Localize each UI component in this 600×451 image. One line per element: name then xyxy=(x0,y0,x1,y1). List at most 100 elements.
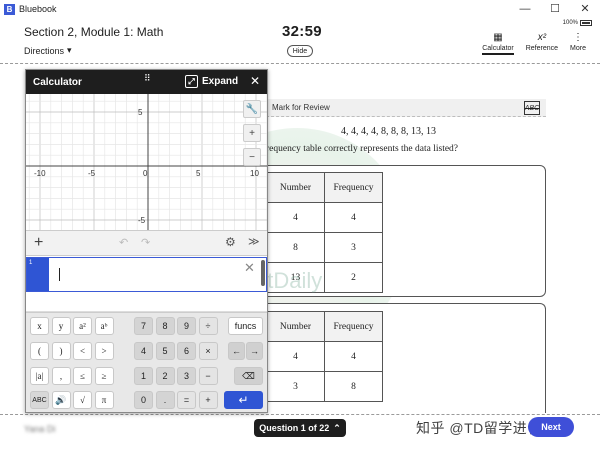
add-item-icon[interactable]: + xyxy=(34,234,43,252)
key-greater-than[interactable]: > xyxy=(94,342,114,360)
key-sqrt-icon[interactable]: √ xyxy=(73,391,92,409)
section-title: Section 2, Module 1: Math xyxy=(24,25,164,39)
enter-icon[interactable]: ↵ xyxy=(224,391,263,409)
directions-button[interactable]: Directions ▾ xyxy=(24,45,72,56)
calculator-title: Calculator xyxy=(33,76,82,88)
key-6[interactable]: 6 xyxy=(177,342,196,360)
undo-icon[interactable]: ↶ xyxy=(119,236,128,249)
battery-icon xyxy=(580,20,592,26)
zoom-out-icon[interactable]: − xyxy=(243,148,261,166)
question-stem: requency table correctly represents the … xyxy=(266,144,459,154)
arrow-right-icon[interactable]: → xyxy=(246,342,263,360)
answer-eliminator-button[interactable]: ABC xyxy=(524,101,540,115)
gear-icon[interactable]: ⚙ xyxy=(225,235,236,249)
expression-empty-row[interactable] xyxy=(26,292,267,312)
key-2[interactable]: 2 xyxy=(155,367,175,385)
key-a-power[interactable]: aᵇ xyxy=(94,317,114,335)
table-cell: 8 xyxy=(324,371,383,402)
key-close-paren[interactable]: ) xyxy=(51,342,71,360)
expand-icon: ⤢ xyxy=(185,75,198,88)
zoom-in-icon[interactable]: + xyxy=(243,124,261,142)
expression-scrollbar[interactable] xyxy=(261,260,265,286)
more-tool-button[interactable]: ⋮ More xyxy=(570,31,586,55)
minimize-icon[interactable]: — xyxy=(510,0,540,18)
reference-tool-button[interactable]: x² Reference xyxy=(526,31,558,55)
x-tick-label: 10 xyxy=(250,169,259,178)
key-less-equal[interactable]: ≤ xyxy=(73,367,92,385)
y-tick-label: 5 xyxy=(138,108,143,117)
y-tick-label: -5 xyxy=(138,216,146,225)
next-button[interactable]: Next xyxy=(528,417,574,437)
graphing-calculator[interactable]: Calculator ⠿ ⤢ Expand ✕ -10 -5 0 5 10 5 -5 🔧 +… xyxy=(25,69,268,413)
expression-input[interactable]: 1 ✕ xyxy=(26,257,267,292)
key-equals[interactable]: = xyxy=(177,391,196,409)
calculator-tool-label: Calculator xyxy=(482,45,514,55)
speaker-icon[interactable]: 🔊 xyxy=(51,391,71,409)
wrench-icon[interactable]: 🔧 xyxy=(243,100,261,118)
key-minus[interactable]: − xyxy=(198,367,218,385)
key-decimal[interactable]: . xyxy=(155,391,175,409)
delete-expression-icon[interactable]: ✕ xyxy=(244,260,255,276)
key-1[interactable]: 1 xyxy=(134,367,153,385)
table-cell: 8 xyxy=(266,232,325,263)
mark-for-review-button[interactable]: Mark for Review xyxy=(272,103,330,112)
key-4[interactable]: 4 xyxy=(134,342,153,360)
data-list: 4, 4, 4, 4, 8, 8, 8, 13, 13 xyxy=(341,126,436,137)
key-9[interactable]: 9 xyxy=(177,317,196,335)
question-navigator-button[interactable]: Question 1 of 22 ⌃ xyxy=(254,419,346,437)
calculator-header[interactable]: Calculator ⠿ ⤢ Expand ✕ xyxy=(26,70,267,94)
chevron-up-icon: ⌃ xyxy=(333,422,341,433)
table-cell: 4 xyxy=(266,341,325,372)
graph-area[interactable]: -10 -5 0 5 10 5 -5 xyxy=(26,94,267,230)
frequency-table-a: Number Frequency 4 4 8 3 13 2 xyxy=(266,172,383,293)
tools-bar: ▦ Calculator x² Reference ⋮ More xyxy=(482,31,586,55)
key-multiply[interactable]: × xyxy=(198,342,218,360)
arrow-left-icon[interactable]: ← xyxy=(228,342,245,360)
key-5[interactable]: 5 xyxy=(155,342,175,360)
key-3[interactable]: 3 xyxy=(177,367,196,385)
key-funcs[interactable]: funcs xyxy=(228,317,263,335)
x-tick-label: -10 xyxy=(34,169,46,178)
key-plus[interactable]: + xyxy=(198,391,218,409)
reference-icon: x² xyxy=(537,32,547,43)
collapse-list-icon[interactable]: ≫ xyxy=(248,235,260,248)
chevron-down-icon: ▾ xyxy=(67,45,72,55)
table-header: Frequency xyxy=(324,311,383,342)
calculator-keypad: x y a² aᵇ 7 8 9 ÷ funcs () < >4 5 6 × ← → |a|, ≤ ≥1 2 3− ⌫ ABC 🔊… xyxy=(26,312,267,412)
table-cell: 3 xyxy=(266,371,325,402)
key-a-squared[interactable]: a² xyxy=(73,317,92,335)
battery-percent: 100% xyxy=(562,20,578,26)
key-7[interactable]: 7 xyxy=(134,317,153,335)
hide-timer-button[interactable]: Hide xyxy=(287,45,313,57)
drag-handle-icon[interactable]: ⠿ xyxy=(144,74,152,83)
text-cursor xyxy=(59,268,60,281)
student-name: Yana Di xyxy=(24,424,56,434)
key-divide[interactable]: ÷ xyxy=(198,317,218,335)
key-abc[interactable]: ABC xyxy=(30,391,49,409)
key-open-paren[interactable]: ( xyxy=(30,342,49,360)
close-window-icon[interactable]: ✕ xyxy=(570,0,600,18)
backspace-icon[interactable]: ⌫ xyxy=(234,367,263,385)
key-absolute[interactable]: |a| xyxy=(30,367,49,385)
question-nav-label: Question 1 of 22 xyxy=(259,423,330,433)
bluebook-logo-icon: B xyxy=(4,3,15,15)
expand-label: Expand xyxy=(202,76,239,87)
table-header: Number xyxy=(266,172,325,203)
maximize-icon[interactable]: ☐ xyxy=(540,0,570,18)
key-pi[interactable]: π xyxy=(94,391,114,409)
graph-side-tools: 🔧 + − xyxy=(243,100,261,166)
key-y[interactable]: y xyxy=(51,317,71,335)
frequency-table-b: Number Frequency 4 4 3 8 xyxy=(266,311,383,402)
key-less-than[interactable]: < xyxy=(73,342,92,360)
key-x[interactable]: x xyxy=(30,317,49,335)
redo-icon[interactable]: ↷ xyxy=(141,236,150,249)
close-calculator-icon[interactable]: ✕ xyxy=(250,74,260,88)
timer: 32:59 xyxy=(282,23,322,40)
window-controls: — ☐ ✕ xyxy=(510,0,600,18)
key-8[interactable]: 8 xyxy=(155,317,175,335)
calculator-tool-button[interactable]: ▦ Calculator xyxy=(482,31,514,55)
expand-button[interactable]: ⤢ Expand xyxy=(185,75,238,88)
key-0[interactable]: 0 xyxy=(134,391,153,409)
key-greater-equal[interactable]: ≥ xyxy=(94,367,114,385)
key-comma[interactable]: , xyxy=(51,367,71,385)
